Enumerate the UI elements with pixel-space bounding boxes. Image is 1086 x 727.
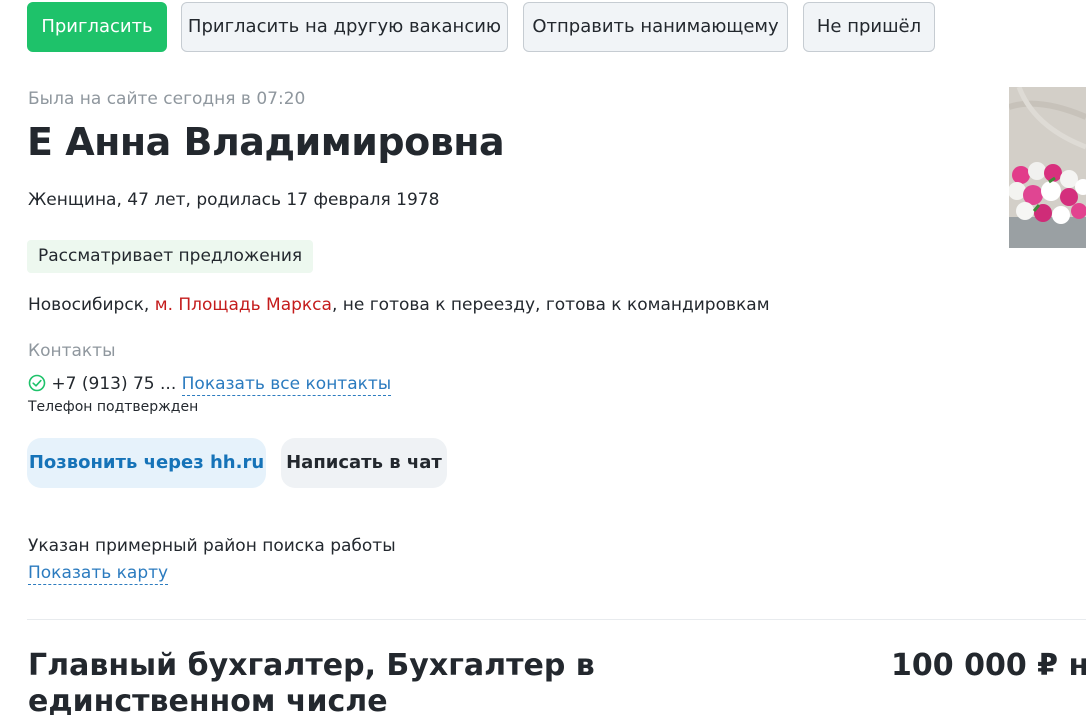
location-line: Новосибирск, м. Площадь Маркса, не готов… <box>28 295 770 315</box>
call-via-hh-button[interactable]: Позвонить через hh.ru <box>27 438 266 488</box>
demographics-text: Женщина, 47 лет, родилась 17 февраля 197… <box>28 190 440 210</box>
section-divider <box>27 619 1086 620</box>
last-seen-text: Была на сайте сегодня в 07:20 <box>28 89 306 109</box>
candidate-name: Е Анна Владимировна <box>27 120 505 164</box>
metro-station: м. Площадь Маркса <box>154 295 332 315</box>
job-search-status-badge: Рассматривает предложения <box>27 240 314 273</box>
candidate-photo <box>1009 87 1086 248</box>
job-search-area-note: Указан примерный район поиска работы <box>28 536 396 556</box>
invite-button[interactable]: Пригласить <box>27 2 167 52</box>
show-map-wrapper: Показать карту <box>28 563 169 585</box>
flowers-photo-icon <box>1009 87 1086 248</box>
phone-verified-text: Телефон подтвержден <box>28 399 199 415</box>
invite-other-vacancy-button[interactable]: Пригласить на другую вакансию <box>181 2 508 52</box>
show-map-link[interactable]: Показать карту <box>28 563 169 585</box>
show-all-contacts-link[interactable]: Показать все контакты <box>181 374 392 396</box>
not-came-button[interactable]: Не пришёл <box>803 2 935 52</box>
write-to-chat-button[interactable]: Написать в чат <box>281 438 447 488</box>
resume-salary: 100 000 ₽ на <box>891 648 1086 683</box>
contacts-heading: Контакты <box>28 341 116 361</box>
resume-title: Главный бухгалтер, Бухгалтер в единствен… <box>28 648 595 719</box>
verified-check-icon <box>28 374 46 392</box>
send-to-hiring-manager-button[interactable]: Отправить нанимающему <box>523 2 788 52</box>
relocation-text: , не готова к переезду, готова к команди… <box>331 295 770 315</box>
phone-row: +7 (913) 75 ... Показать все контакты <box>28 373 392 396</box>
phone-number: +7 (913) 75 ... <box>51 374 177 394</box>
city-text: Новосибирск, <box>28 295 155 315</box>
